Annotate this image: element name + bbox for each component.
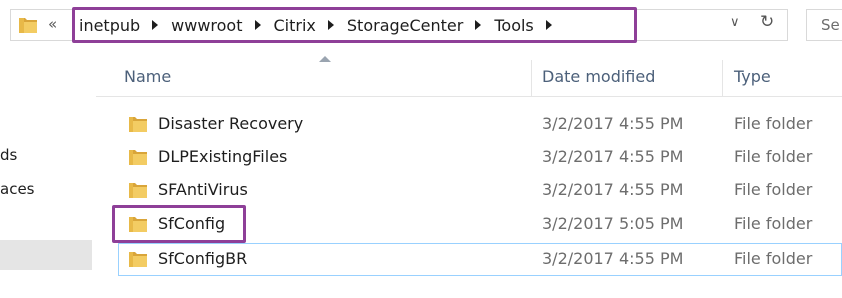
breadcrumb-separator-icon[interactable]: [475, 20, 482, 30]
breadcrumb-inetpub[interactable]: inetpub: [79, 16, 140, 35]
breadcrumb-tools[interactable]: Tools: [494, 16, 533, 35]
search-input[interactable]: Se: [806, 9, 842, 41]
file-date: 3/2/2017 4:55 PM: [542, 180, 684, 199]
folder-icon: [128, 249, 148, 273]
folder-icon: [128, 180, 148, 204]
list-item[interactable]: DLPExistingFiles 3/2/2017 4:55 PM File f…: [118, 141, 842, 174]
file-name: Disaster Recovery: [158, 114, 304, 133]
file-date: 3/2/2017 4:55 PM: [542, 114, 684, 133]
file-date: 3/2/2017 4:55 PM: [542, 249, 684, 268]
column-header: Name Date modified Type: [96, 56, 842, 97]
nav-item-places[interactable]: aces: [0, 180, 34, 198]
address-bar-area: « inetpub wwwroot Citrix StorageCenter T…: [0, 0, 842, 52]
breadcrumb-storagecenter[interactable]: StorageCenter: [347, 16, 463, 35]
highlight-box-sfconfig: [112, 205, 246, 243]
previous-locations-button[interactable]: «: [48, 15, 57, 33]
list-item[interactable]: SFAntiVirus 3/2/2017 4:55 PM File folder: [118, 174, 842, 207]
file-date: 3/2/2017 4:55 PM: [542, 147, 684, 166]
breadcrumb-wwwroot[interactable]: wwwroot: [171, 16, 242, 35]
chevron-down-icon[interactable]: ∨: [730, 15, 740, 30]
file-name: SfConfigBR: [158, 249, 248, 268]
file-name: DLPExistingFiles: [158, 147, 288, 166]
file-name: SFAntiVirus: [158, 180, 248, 199]
list-item[interactable]: SfConfigBR 3/2/2017 4:55 PM File folder: [118, 243, 842, 276]
column-date-modified[interactable]: Date modified: [542, 67, 655, 86]
folder-icon: [128, 114, 148, 138]
breadcrumb-citrix[interactable]: Citrix: [274, 16, 316, 35]
breadcrumb: inetpub wwwroot Citrix StorageCenter Too…: [72, 7, 637, 43]
file-type: File folder: [734, 249, 813, 268]
column-name[interactable]: Name: [124, 67, 171, 86]
breadcrumb-separator-icon[interactable]: [327, 20, 334, 30]
column-divider[interactable]: [722, 60, 723, 96]
file-type: File folder: [734, 114, 813, 133]
sort-ascending-icon: [319, 56, 331, 62]
breadcrumb-separator-icon[interactable]: [152, 20, 159, 30]
search-placeholder: Se: [821, 16, 840, 34]
breadcrumb-separator-icon[interactable]: [254, 20, 261, 30]
file-type: File folder: [734, 214, 813, 233]
folder-icon: [17, 14, 39, 40]
list-item[interactable]: Disaster Recovery 3/2/2017 4:55 PM File …: [118, 108, 842, 141]
file-type: File folder: [734, 147, 813, 166]
column-divider[interactable]: [531, 60, 532, 96]
file-type: File folder: [734, 180, 813, 199]
nav-selected-item[interactable]: [0, 240, 92, 270]
file-date: 3/2/2017 5:05 PM: [542, 214, 684, 233]
nav-item-downloads[interactable]: ds: [0, 146, 17, 164]
column-type[interactable]: Type: [734, 67, 771, 86]
refresh-icon[interactable]: ↻: [760, 12, 774, 32]
breadcrumb-separator-icon[interactable]: [545, 20, 552, 30]
folder-icon: [128, 147, 148, 171]
